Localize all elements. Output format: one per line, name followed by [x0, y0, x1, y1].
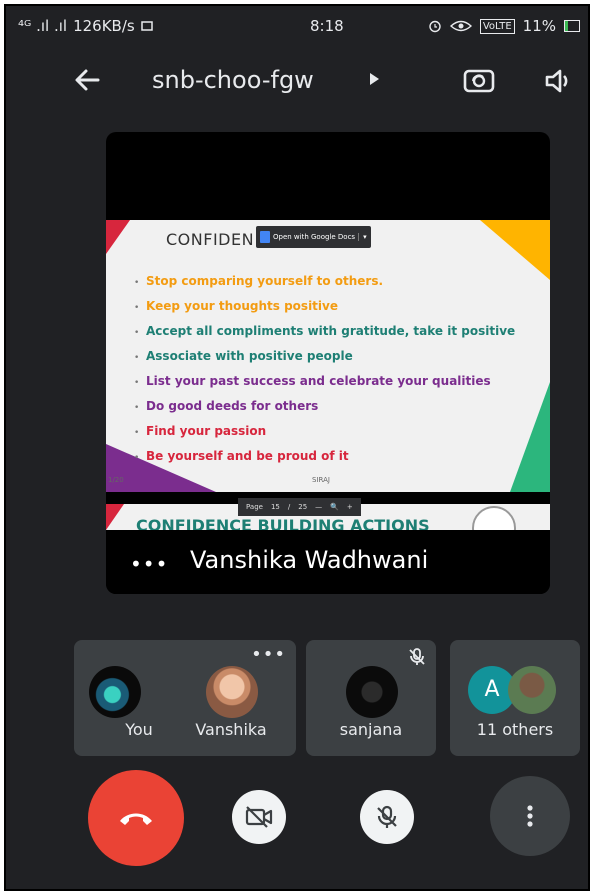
slide-bullet: • Be yourself and be proud of it	[134, 445, 515, 470]
battery-icon	[564, 20, 580, 32]
participant-tile-vanshika[interactable]: ••• Vanshika	[166, 640, 296, 756]
slide-bullet-list: • Stop comparing yourself to others. • Keep…	[134, 270, 515, 470]
app-frame: ⁴ᴳ .ıl .ıl 126KB/s 8:18 VoLTE 11% snb-ch…	[4, 4, 590, 891]
page-separator: /	[287, 503, 291, 511]
tile-name-bar: ••• Vanshika Wadhwani	[106, 530, 550, 594]
avatar	[206, 666, 258, 718]
bullet-text: Accept all compliments with gratitude, t…	[146, 324, 516, 338]
mic-off-icon	[409, 648, 425, 665]
slide-number: 1/20	[108, 476, 124, 484]
more-options-button[interactable]	[490, 776, 570, 856]
status-left: ⁴ᴳ .ıl .ıl 126KB/s	[18, 17, 153, 35]
bullet-icon: •	[134, 428, 140, 438]
status-bar: ⁴ᴳ .ıl .ıl 126KB/s 8:18 VoLTE 11%	[6, 6, 588, 46]
meeting-code[interactable]: snb-choo-fgw	[152, 66, 314, 94]
page-toolbar: Page 15 / 25 — 🔍 +	[238, 498, 361, 516]
hang-up-icon	[120, 813, 152, 825]
participant-label: sanjana	[339, 720, 403, 739]
slide-footer: SIRAJ	[312, 476, 330, 484]
dropdown-arrow-icon[interactable]: ▾	[358, 233, 367, 241]
bullet-text: Find your passion	[146, 424, 267, 438]
slide-bullet: • Stop comparing yourself to others.	[134, 270, 515, 295]
avatar	[89, 666, 141, 718]
bullet-icon: •	[134, 378, 140, 388]
call-controls	[6, 770, 588, 866]
page-label: Page	[246, 503, 263, 511]
bullet-text: Stop comparing yourself to others.	[146, 274, 384, 288]
slide-bullet: • Keep your thoughts positive	[134, 295, 515, 320]
participant-label: 11 others	[476, 720, 554, 739]
open-with-google-docs-button[interactable]: Open with Google Docs ▾	[256, 226, 371, 248]
presenter-name: Vanshika Wadhwani	[190, 546, 429, 574]
bullet-icon: •	[134, 303, 140, 313]
avatar	[346, 666, 398, 718]
slide-decoration	[106, 220, 130, 254]
bullet-icon: •	[134, 453, 140, 463]
page-current[interactable]: 15	[271, 503, 280, 511]
battery-percent: 11%	[522, 17, 556, 35]
camera-off-icon	[245, 806, 273, 828]
network-signal-icon: ⁴ᴳ .ıl .ıl	[18, 17, 68, 35]
mic-off-icon	[377, 805, 397, 828]
slide-bullet: • Accept all compliments with gratitude, …	[134, 320, 515, 345]
more-options-icon[interactable]: •••	[130, 552, 168, 576]
zoom-out-button[interactable]: —	[315, 503, 322, 511]
end-call-button[interactable]	[88, 770, 184, 866]
status-time: 8:18	[310, 17, 344, 35]
switch-camera-icon[interactable]	[461, 62, 497, 98]
participant-label: Vanshika	[195, 720, 267, 739]
participant-tile-others[interactable]: A 11 others	[450, 640, 580, 756]
zoom-in-button[interactable]: +	[347, 503, 353, 511]
bullet-text: Keep your thoughts positive	[146, 299, 338, 313]
volte-badge: VoLTE	[479, 18, 515, 34]
caret-right-icon[interactable]	[368, 72, 380, 86]
slide-decoration	[106, 504, 124, 530]
bullet-text: Do good deeds for others	[146, 399, 319, 413]
alarm-icon	[429, 20, 441, 33]
slide-image	[472, 506, 516, 530]
mic-toggle-button[interactable]	[360, 790, 414, 844]
bullet-text: Be yourself and be proud of it	[146, 449, 349, 463]
slide-bullet: • Find your passion	[134, 420, 515, 445]
next-slide-heading: CONFIDENCE BUILDING ACTIONS	[136, 516, 430, 530]
slide-bullet: • List your past success and celebrate yo…	[134, 370, 515, 395]
bullet-icon: •	[134, 403, 140, 413]
open-with-label: Open with Google Docs	[273, 233, 356, 241]
presentation-slide: CONFIDEN CONCEPTS Open with Google Docs …	[106, 220, 550, 492]
page-total: 25	[298, 503, 308, 511]
slide-bullet: • Do good deeds for others	[134, 395, 515, 420]
network-speed: 126KB/s	[73, 17, 135, 35]
slide-bullet: • Associate with positive people	[134, 345, 515, 370]
bullet-text: Associate with positive people	[146, 349, 353, 363]
bullet-text: List your past success and celebrate you…	[146, 374, 491, 388]
meeting-header: snb-choo-fgw	[6, 54, 588, 106]
speaker-icon[interactable]	[541, 64, 575, 98]
google-docs-icon	[260, 231, 270, 243]
bullet-icon: •	[134, 328, 140, 338]
main-video-tile[interactable]: CONFIDEN CONCEPTS Open with Google Docs …	[106, 132, 550, 594]
slide-decoration	[510, 382, 550, 492]
vertical-dots-icon	[527, 805, 533, 827]
participant-tile-sanjana[interactable]: sanjana	[306, 640, 436, 756]
camera-toggle-button[interactable]	[232, 790, 286, 844]
back-arrow-icon[interactable]	[68, 60, 108, 100]
participant-strip: You ••• Vanshika sanjana A 11 others	[74, 640, 584, 758]
zoom-icon[interactable]: 🔍	[330, 503, 339, 511]
avatar	[508, 666, 556, 714]
more-options-icon[interactable]: •••	[251, 644, 286, 665]
eye-icon	[449, 20, 472, 32]
bullet-icon: •	[134, 278, 140, 288]
screen-cast-icon	[140, 21, 153, 31]
bullet-icon: •	[134, 353, 140, 363]
status-right: VoLTE 11%	[428, 17, 580, 35]
